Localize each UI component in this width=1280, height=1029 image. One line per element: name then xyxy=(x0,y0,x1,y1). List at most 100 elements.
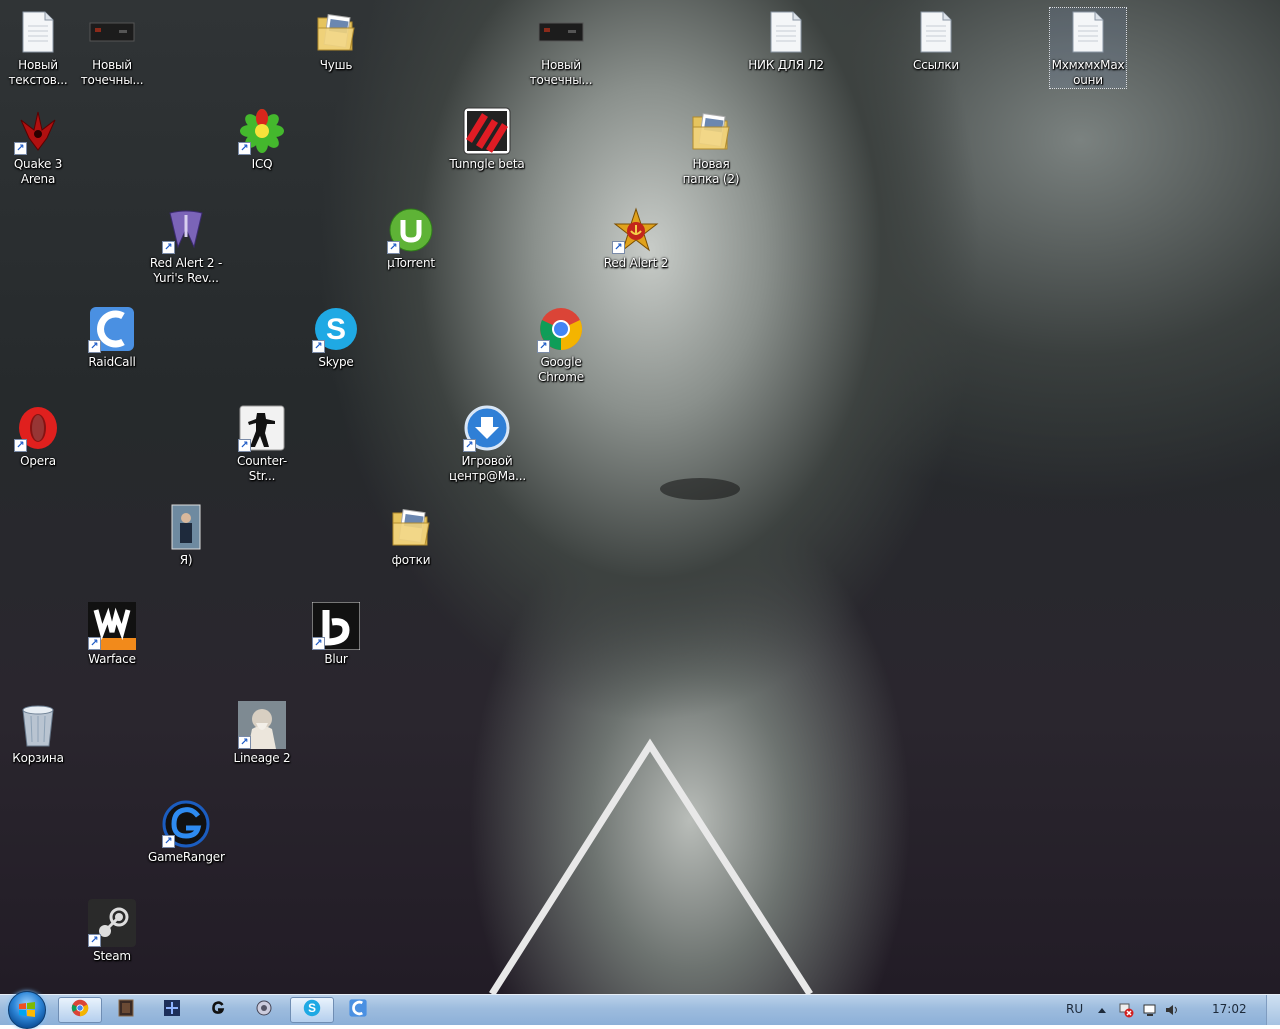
start-button[interactable] xyxy=(8,991,46,1029)
tunngle-icon xyxy=(463,107,511,155)
taskbar-button-gameranger[interactable] xyxy=(196,997,240,1023)
desktop-icon-quake3[interactable]: ↗ Quake 3 Arena xyxy=(0,107,76,187)
raidcall-icon: ↗ xyxy=(88,305,136,353)
desktop-icon-label: Tunngle beta xyxy=(449,157,525,171)
warface-icon: ↗ xyxy=(88,602,136,650)
network-icon[interactable] xyxy=(1142,1002,1158,1018)
gameranger-icon xyxy=(209,999,227,1021)
desktop-icon-game-center[interactable]: ↗ Игровой центр@Ма... xyxy=(449,404,526,484)
desktop-icon-label: Новый точечны... xyxy=(80,58,144,87)
taskbar-button-app-dark[interactable] xyxy=(104,997,148,1023)
desktop-icon-bmp-file-1[interactable]: Новый точечны... xyxy=(74,8,150,88)
desktop-icon-label: Counter-Str... xyxy=(237,454,287,483)
folder-new-2-icon xyxy=(687,107,735,155)
quake3-icon: ↗ xyxy=(14,107,62,155)
clock[interactable]: 17:02 xyxy=(1212,1002,1247,1016)
desktop-icon-label: Новая папка (2) xyxy=(682,157,740,186)
desktop-icon-steam[interactable]: ↗ Steam xyxy=(74,899,150,964)
desktop-icon-gameranger[interactable]: ↗ GameRanger xyxy=(148,800,225,865)
desktop-icon-text-file-mxm[interactable]: МхмхмхМах ouни xyxy=(1049,7,1127,89)
desktop-icon-label: МхмхмхМах ouни xyxy=(1051,58,1125,87)
desktop-icon-label: Opera xyxy=(20,454,56,468)
desktop-icon-text-file-nick[interactable]: НИК ДЛЯ Л2 xyxy=(748,8,824,73)
desktop-icon-label: µTorrent xyxy=(387,256,435,270)
google-chrome-icon: ↗ xyxy=(537,305,585,353)
desktop-icon-photo-ya[interactable]: Я) xyxy=(148,503,224,568)
lineage-2-icon: ↗ xyxy=(238,701,286,749)
shortcut-arrow-icon: ↗ xyxy=(387,241,400,254)
desktop-icon-bmp-file-2[interactable]: Новый точечны... xyxy=(523,8,599,88)
desktop-icon-label: Warface xyxy=(88,652,136,666)
desktop-icon-blur[interactable]: ↗ Blur xyxy=(298,602,374,667)
desktop-icon-label: Корзина xyxy=(12,751,64,765)
skype-icon: S ↗ xyxy=(312,305,360,353)
desktop-icon-label: Steam xyxy=(93,949,131,963)
red-alert-yuri-icon: ↗ xyxy=(162,206,210,254)
shortcut-arrow-icon: ↗ xyxy=(238,439,251,452)
shortcut-arrow-icon: ↗ xyxy=(14,142,27,155)
desktop-icon-text-file-links[interactable]: Ссылки xyxy=(898,8,974,73)
desktop-icon-label: GameRanger xyxy=(148,850,225,864)
red-alert-2-icon: ↗ xyxy=(612,206,660,254)
taskbar-button-app-blue[interactable] xyxy=(150,997,194,1023)
desktop-icon-label: Blur xyxy=(324,652,348,666)
desktop-icon-opera[interactable]: ↗ Opera xyxy=(0,404,76,469)
desktop-icon-label: Red Alert 2 - Yuri's Rev... xyxy=(149,256,223,285)
shortcut-arrow-icon: ↗ xyxy=(88,340,101,353)
desktop-icon-red-alert-2[interactable]: ↗ Red Alert 2 xyxy=(598,206,674,271)
show-hidden-icons-icon[interactable] xyxy=(1094,1002,1110,1018)
desktop-icon-text-file-1[interactable]: Новый текстов... xyxy=(0,8,76,88)
desktop-icon-utorrent[interactable]: ↗ µTorrent xyxy=(373,206,449,271)
taskbar-button-skype[interactable]: S xyxy=(290,997,334,1023)
taskbar-button-tunngle[interactable] xyxy=(242,997,286,1023)
text-file-1-icon xyxy=(14,8,62,56)
taskbar-button-chrome[interactable] xyxy=(58,997,102,1023)
shortcut-arrow-icon: ↗ xyxy=(312,340,325,353)
shortcut-arrow-icon: ↗ xyxy=(312,637,325,650)
blur-icon: ↗ xyxy=(312,602,360,650)
desktop-icon-google-chrome[interactable]: ↗ Google Chrome xyxy=(523,305,599,385)
desktop-icon-label: фотки xyxy=(391,553,431,567)
game-icon xyxy=(163,999,181,1021)
desktop-icon-label: Lineage 2 xyxy=(233,751,291,765)
desktop-icon-tunngle[interactable]: Tunngle beta xyxy=(449,107,525,172)
text-file-mxm-icon xyxy=(1064,8,1112,56)
desktop-icon-label: RaidCall xyxy=(88,355,136,369)
desktop-icon-lineage-2[interactable]: ↗ Lineage 2 xyxy=(224,701,300,766)
taskbar-button-raidcall[interactable] xyxy=(336,997,380,1023)
svg-text:S: S xyxy=(308,1002,316,1015)
desktop-icon-recycle-bin[interactable]: Корзина xyxy=(0,701,76,766)
gameranger-icon: ↗ xyxy=(162,800,210,848)
desktop-icon-label: Quake 3 Arena xyxy=(13,157,63,186)
desktop-icon-red-alert-yuri[interactable]: ↗ Red Alert 2 - Yuri's Rev... xyxy=(148,206,224,286)
desktop-icon-warface[interactable]: ↗ Warface xyxy=(74,602,150,667)
shortcut-arrow-icon: ↗ xyxy=(162,835,175,848)
desktop-icon-label: НИК ДЛЯ Л2 xyxy=(748,58,824,72)
desktop-icon-icq[interactable]: ↗ ICQ xyxy=(224,107,300,172)
desktop-icon-skype[interactable]: S ↗ Skype xyxy=(298,305,374,370)
desktop-icon-label: Google Chrome xyxy=(538,355,584,384)
desktop-icon-label: Skype xyxy=(318,355,354,369)
desktop-icon-folder-new-2[interactable]: Новая папка (2) xyxy=(673,107,749,187)
shortcut-arrow-icon: ↗ xyxy=(463,439,476,452)
desktop-icon-label: Ссылки xyxy=(913,58,959,72)
desktop-icon-counter-strike[interactable]: ↗ Counter-Str... xyxy=(224,404,300,484)
shortcut-arrow-icon: ↗ xyxy=(238,736,251,749)
text-file-nick-icon xyxy=(762,8,810,56)
shortcut-arrow-icon: ↗ xyxy=(238,142,251,155)
desktop-icon-raidcall[interactable]: ↗ RaidCall xyxy=(74,305,150,370)
shortcut-arrow-icon: ↗ xyxy=(612,241,625,254)
desktop-icon-folder-chush[interactable]: Чушь xyxy=(298,8,374,73)
shortcut-arrow-icon: ↗ xyxy=(162,241,175,254)
bmp-file-1-icon xyxy=(88,8,136,56)
show-desktop-button[interactable] xyxy=(1266,995,1280,1025)
language-indicator[interactable]: RU xyxy=(1066,1002,1083,1016)
folder-photos-icon xyxy=(387,503,435,551)
desktop-icon-label: Игровой центр@Ма... xyxy=(449,454,526,483)
svg-text:S: S xyxy=(326,313,346,346)
volume-icon[interactable] xyxy=(1164,1002,1180,1018)
icq-icon: ↗ xyxy=(238,107,286,155)
action-center-flag-icon[interactable] xyxy=(1118,1002,1134,1018)
desktop-icon-folder-photos[interactable]: фотки xyxy=(373,503,449,568)
desktop-icon-label: Red Alert 2 xyxy=(603,256,669,270)
